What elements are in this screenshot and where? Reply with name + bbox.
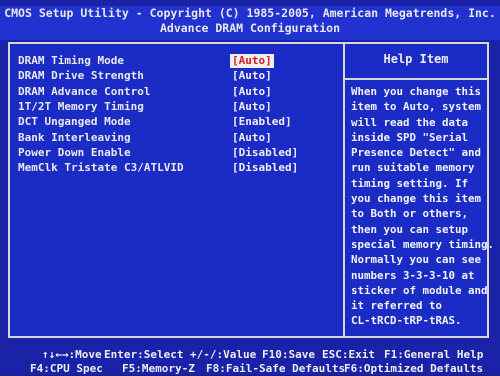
help-line: timing setting. If <box>351 176 469 190</box>
help-divider <box>345 78 487 80</box>
help-line: Normally you can see <box>351 253 482 267</box>
setting-value[interactable]: [Disabled] <box>232 161 298 175</box>
help-line: you change this item <box>351 192 482 206</box>
key-cpu-spec: F4:CPU Spec <box>30 362 103 375</box>
setting-label: Power Down Enable <box>18 145 131 159</box>
title-bar: CMOS Setup Utility - Copyright (C) 1985-… <box>0 6 500 40</box>
setting-row[interactable]: 1T/2T Memory Timing [Auto] <box>18 100 338 114</box>
key-move: ↑↓←→:Move <box>42 348 102 361</box>
key-memory-z: F5:Memory-Z <box>122 362 195 375</box>
help-line: inside SPD "Serial <box>351 130 469 144</box>
setting-label: DRAM Timing Mode <box>18 54 124 67</box>
help-line: sticker of module and <box>351 283 488 297</box>
key-exit: ESC:Exit <box>322 348 375 361</box>
help-line: CL-tRCD-tRP-tRAS. <box>351 314 462 328</box>
help-line: When you change this <box>351 85 482 98</box>
help-line: special memory timing. <box>351 237 495 251</box>
help-line: to Both or others, <box>351 207 469 221</box>
setting-value[interactable]: [Auto] <box>230 54 274 68</box>
key-value: +/-/:Value <box>190 348 257 361</box>
app-title: CMOS Setup Utility - Copyright (C) 1985-… <box>4 6 496 20</box>
setting-label: MemClk Tristate C3/ATLVID <box>18 161 184 175</box>
help-line: numbers 3-3-3-10 at <box>351 268 475 282</box>
setting-row[interactable]: MemClk Tristate C3/ATLVID [Disabled] <box>18 161 338 175</box>
setting-value[interactable]: [Disabled] <box>232 146 298 160</box>
bios-screen: CMOS Setup Utility - Copyright (C) 1985-… <box>0 0 500 375</box>
key-legend: ↑↓←→:Move Enter:Select +/-/:Value F10:Sa… <box>0 342 500 375</box>
setting-row[interactable]: Power Down Enable [Disabled] <box>18 146 338 160</box>
help-title: Help Item <box>383 52 449 66</box>
setting-value[interactable]: [Auto] <box>232 131 272 145</box>
help-line: Presence Detect" and <box>351 146 482 160</box>
help-text: When you change this item to Auto, system… <box>351 84 495 329</box>
key-general-help: F1:General Help <box>384 348 484 361</box>
setting-value[interactable]: [Auto] <box>232 100 272 114</box>
help-line: it referred to <box>351 299 443 313</box>
setting-row[interactable]: DRAM Timing Mode [Auto] <box>18 54 338 68</box>
help-line: item to Auto, system <box>351 100 482 114</box>
help-line: run suitable memory <box>351 161 475 175</box>
key-optimized-defaults: F6:Optimized Defaults <box>344 362 484 375</box>
help-line: then you can setup <box>351 222 469 236</box>
setting-value[interactable]: [Auto] <box>232 69 272 83</box>
panel-divider <box>343 44 345 336</box>
setting-label: DRAM Drive Strength <box>18 69 144 83</box>
setting-value[interactable]: [Auto] <box>232 85 272 99</box>
key-save: F10:Save <box>262 348 315 361</box>
key-select: Enter:Select <box>104 348 184 361</box>
setting-row[interactable]: DRAM Drive Strength [Auto] <box>18 69 338 83</box>
setting-value[interactable]: [Enabled] <box>232 115 292 129</box>
page-title: Advance DRAM Configuration <box>159 21 340 35</box>
setting-label: 1T/2T Memory Timing <box>18 99 144 113</box>
setting-row[interactable]: Bank Interleaving [Auto] <box>18 131 338 145</box>
settings-panel: DRAM Timing Mode [Auto] DRAM Drive Strengt… <box>8 42 495 338</box>
help-line: will read the data <box>351 115 469 129</box>
key-failsafe-defaults: F8:Fail-Safe Defaults <box>206 362 346 375</box>
setting-row[interactable]: DRAM Advance Control [Auto] <box>18 85 338 99</box>
setting-label: DCT Unganged Mode <box>18 115 131 129</box>
setting-row[interactable]: DCT Unganged Mode [Enabled] <box>18 115 338 129</box>
setting-label: Bank Interleaving <box>18 130 131 144</box>
setting-label: DRAM Advance Control <box>18 84 151 98</box>
